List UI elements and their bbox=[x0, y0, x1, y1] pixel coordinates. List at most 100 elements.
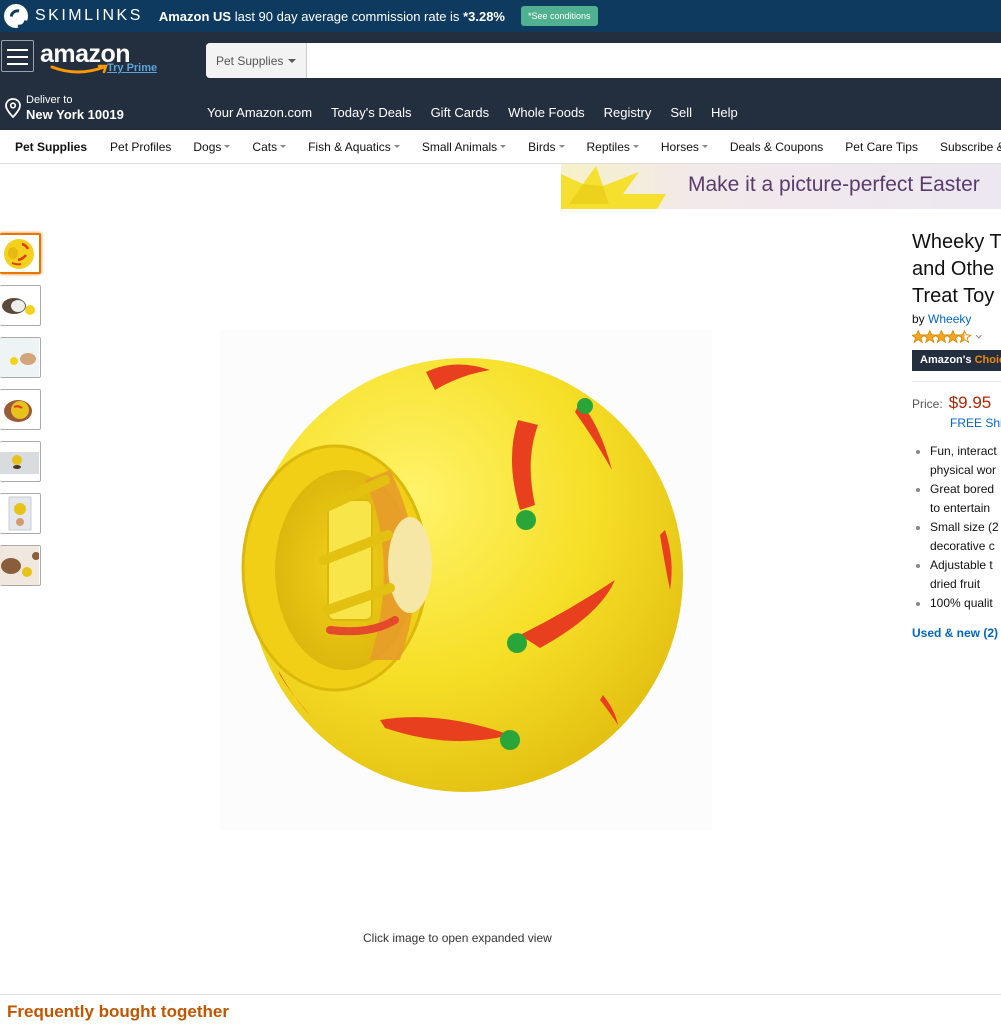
tulip-icon bbox=[561, 166, 666, 209]
banner-text: Make it a picture-perfect Easter bbox=[688, 173, 980, 196]
star-rating[interactable] bbox=[912, 329, 1001, 344]
main-product-image[interactable] bbox=[220, 330, 712, 830]
product-title-line: and Othe bbox=[912, 258, 995, 280]
bullet-item-cont: decorative c bbox=[912, 537, 1001, 556]
thumbnail-4[interactable] bbox=[0, 389, 41, 430]
bullet-text: Small size (2 bbox=[930, 520, 999, 534]
subnav-pet-care-tips[interactable]: Pet Care Tips bbox=[845, 140, 918, 154]
chevron-down-icon bbox=[288, 58, 297, 63]
subnav-reptiles[interactable]: Reptiles bbox=[587, 140, 639, 154]
treat-ball-image bbox=[241, 358, 683, 792]
subnav-label: Pet Care Tips bbox=[845, 139, 918, 154]
hamster-thumbnail-icon bbox=[0, 546, 40, 585]
thumbnail-7[interactable] bbox=[0, 545, 41, 586]
subnav-small-animals[interactable]: Small Animals bbox=[421, 139, 507, 154]
expand-image-caption[interactable]: Click image to open expanded view bbox=[363, 931, 552, 945]
price-value: $9.95 bbox=[948, 393, 992, 412]
bullet-text: Fun, interact bbox=[930, 444, 997, 458]
subnav-dogs[interactable]: Dogs bbox=[193, 139, 231, 154]
bullet-item: 100% qualit bbox=[912, 594, 1001, 613]
bullet-dot bbox=[916, 526, 920, 530]
subnav-label: Fish & Aquatics bbox=[308, 139, 391, 154]
subnav-label: Pet Profiles bbox=[110, 139, 172, 154]
thumbnail-5[interactable] bbox=[0, 441, 41, 482]
subnav-deals-coupons[interactable]: Deals & Coupons bbox=[730, 140, 823, 154]
hand-ball-thumbnail-icon bbox=[4, 400, 32, 422]
bullet-item: Fun, interact bbox=[912, 442, 1001, 461]
nav-link-help[interactable]: Help bbox=[711, 105, 738, 120]
used-and-new-link[interactable]: Used & new (2) bbox=[912, 626, 1001, 640]
badge-prefix: Amazon's bbox=[920, 354, 972, 366]
thumbnail-2[interactable] bbox=[0, 285, 41, 326]
nav-link-your-amazon[interactable]: Your Amazon.com bbox=[207, 105, 312, 120]
thumbnail-6[interactable] bbox=[0, 493, 41, 534]
bullet-text: decorative c bbox=[930, 539, 995, 553]
thumbnail-1[interactable] bbox=[0, 233, 41, 274]
nav-link-todays-deals[interactable]: Today's Deals bbox=[331, 105, 412, 120]
deliver-location: New York 10019 bbox=[26, 107, 124, 122]
subnav-pet-profiles[interactable]: Pet Profiles bbox=[110, 140, 171, 154]
see-conditions-button[interactable]: *See conditions bbox=[520, 6, 598, 26]
subnav-label: Deals & Coupons bbox=[729, 139, 824, 154]
bullet-item-cont: dried fruit bbox=[912, 575, 1001, 594]
bullet-text: physical wor bbox=[930, 463, 997, 477]
subnav-horses[interactable]: Horses bbox=[661, 140, 708, 154]
amazon-header: amazon Try Prime Pet Supplies Deliver to… bbox=[0, 32, 1001, 130]
pet-thumbnail-icon bbox=[0, 338, 39, 377]
chevron-down-icon bbox=[224, 145, 231, 148]
subnav-label: Cats bbox=[252, 139, 278, 154]
bullet-text: Adjustable t bbox=[930, 558, 993, 572]
try-prime-link[interactable]: Try Prime bbox=[107, 62, 157, 74]
search-input[interactable] bbox=[307, 43, 1001, 78]
skimlinks-logo: SKIMLINKS bbox=[4, 4, 143, 28]
bullet-text: 100% qualit bbox=[930, 596, 993, 610]
bullet-dot bbox=[916, 564, 920, 568]
by-label: by bbox=[912, 312, 925, 326]
bullet-text: Great bored bbox=[930, 482, 995, 496]
product-title-line: Wheeky T bbox=[912, 231, 1001, 253]
ball-thumbnail-icon bbox=[4, 239, 34, 269]
ball-small-thumbnail-icon bbox=[0, 452, 39, 474]
price-row: Price: $9.95 bbox=[912, 393, 1001, 413]
nav-link-sell[interactable]: Sell bbox=[670, 105, 692, 120]
product-title-line: Treat Toy bbox=[912, 285, 995, 307]
free-shipping-link[interactable]: FREE Shi bbox=[950, 416, 1001, 430]
packaging-thumbnail-icon bbox=[8, 496, 32, 531]
chevron-down-icon bbox=[500, 145, 507, 148]
chevron-down-icon bbox=[632, 145, 639, 148]
subnav-fish-aquatics[interactable]: Fish & Aquatics bbox=[308, 140, 400, 154]
subnav-birds[interactable]: Birds bbox=[528, 140, 565, 154]
thumbnail-3[interactable] bbox=[0, 337, 41, 378]
nav-link-whole-foods[interactable]: Whole Foods bbox=[508, 105, 585, 120]
nav-link-registry[interactable]: Registry bbox=[604, 105, 652, 120]
subnav-label: Dogs bbox=[193, 139, 222, 154]
subnav-label: Small Animals bbox=[421, 139, 498, 154]
nav-links: Your Amazon.com Today's Deals Gift Cards… bbox=[207, 105, 757, 120]
location-pin-icon bbox=[5, 98, 21, 118]
nav-link-gift-cards[interactable]: Gift Cards bbox=[431, 105, 490, 120]
brand-link[interactable]: Wheeky bbox=[928, 312, 971, 326]
bullet-item: Adjustable t bbox=[912, 556, 1001, 575]
bullet-item-cont: physical wor bbox=[912, 461, 1001, 480]
subnav-label: Pet Supplies bbox=[15, 139, 88, 154]
hamburger-icon bbox=[7, 49, 28, 51]
easter-promo-banner[interactable]: Make it a picture-perfect Easter bbox=[561, 164, 1001, 209]
search-category-label: Pet Supplies bbox=[216, 53, 284, 68]
thumbnail-strip bbox=[0, 233, 41, 597]
search-category-dropdown[interactable]: Pet Supplies bbox=[206, 43, 308, 78]
deliver-to[interactable]: Deliver to New York 10019 bbox=[4, 94, 124, 122]
amazon-logo[interactable]: amazon Try Prime bbox=[40, 40, 160, 80]
bullet-item: Great bored bbox=[912, 480, 1001, 499]
skimlinks-icon bbox=[4, 4, 28, 28]
skimlinks-bar: SKIMLINKS Amazon US last 90 day average … bbox=[0, 0, 1001, 32]
amazons-choice-badge[interactable]: Amazon's Choice bbox=[912, 350, 1001, 371]
category-subnav: Pet Supplies Pet Profiles Dogs Cats Fish… bbox=[0, 130, 1001, 164]
feature-bullets: Fun, interact physical wor Great bored t… bbox=[912, 442, 1001, 613]
subnav-cats[interactable]: Cats bbox=[252, 139, 287, 154]
subnav-pet-supplies[interactable]: Pet Supplies bbox=[15, 140, 87, 154]
subnav-subscribe[interactable]: Subscribe & bbox=[940, 140, 1001, 154]
section-divider bbox=[0, 994, 1001, 995]
menu-button[interactable] bbox=[1, 40, 34, 72]
hamburger-line bbox=[7, 63, 28, 65]
subnav-label: Reptiles bbox=[586, 139, 630, 154]
